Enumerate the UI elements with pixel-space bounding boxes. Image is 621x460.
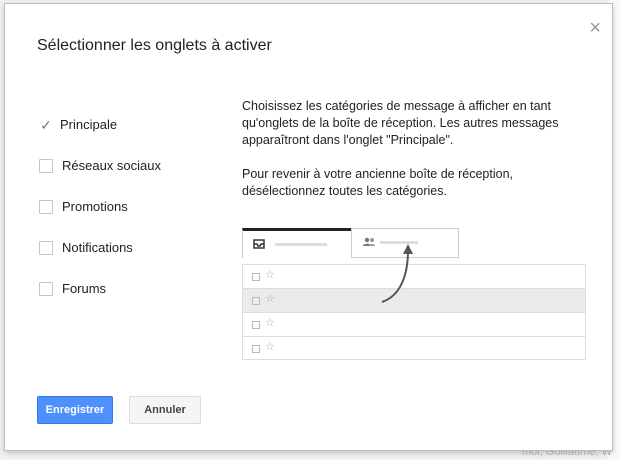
dialog-title: Sélectionner les onglets à activer [37, 37, 272, 54]
tabs-settings-dialog: Sélectionner les onglets à activer × ✓ P… [4, 3, 613, 451]
inbox-preview-illustration: ☆ ☆ ☆ ☆ [242, 228, 586, 370]
category-option-forums[interactable]: Forums [39, 268, 161, 309]
category-label: Forums [62, 281, 107, 296]
curved-arrow-icon [381, 244, 413, 303]
category-options: ✓ Principale Réseaux sociaux Promotions … [39, 104, 161, 309]
category-option-principale[interactable]: ✓ Principale [39, 104, 161, 145]
checkbox[interactable] [39, 158, 53, 173]
category-option-social[interactable]: Réseaux sociaux [39, 145, 161, 186]
category-label: Principale [60, 117, 118, 132]
category-option-notifications[interactable]: Notifications [39, 227, 161, 268]
category-label: Réseaux sociaux [62, 158, 161, 173]
checkbox[interactable] [39, 281, 53, 296]
category-label: Promotions [62, 199, 128, 214]
close-icon[interactable]: × [589, 18, 601, 38]
description-paragraph-2: Pour revenir à votre ancienne boîte de r… [242, 167, 514, 198]
cancel-button[interactable]: Annuler [129, 396, 201, 424]
description: Choisissez les catégories de message à a… [242, 98, 582, 217]
category-label: Notifications [62, 240, 133, 255]
save-button[interactable]: Enregistrer [37, 396, 113, 424]
checkmark-icon[interactable]: ✓ [39, 118, 53, 132]
description-paragraph-1: Choisissez les catégories de message à a… [242, 99, 559, 147]
checkbox[interactable] [39, 240, 53, 255]
checkbox[interactable] [39, 199, 53, 214]
category-option-promotions[interactable]: Promotions [39, 186, 161, 227]
